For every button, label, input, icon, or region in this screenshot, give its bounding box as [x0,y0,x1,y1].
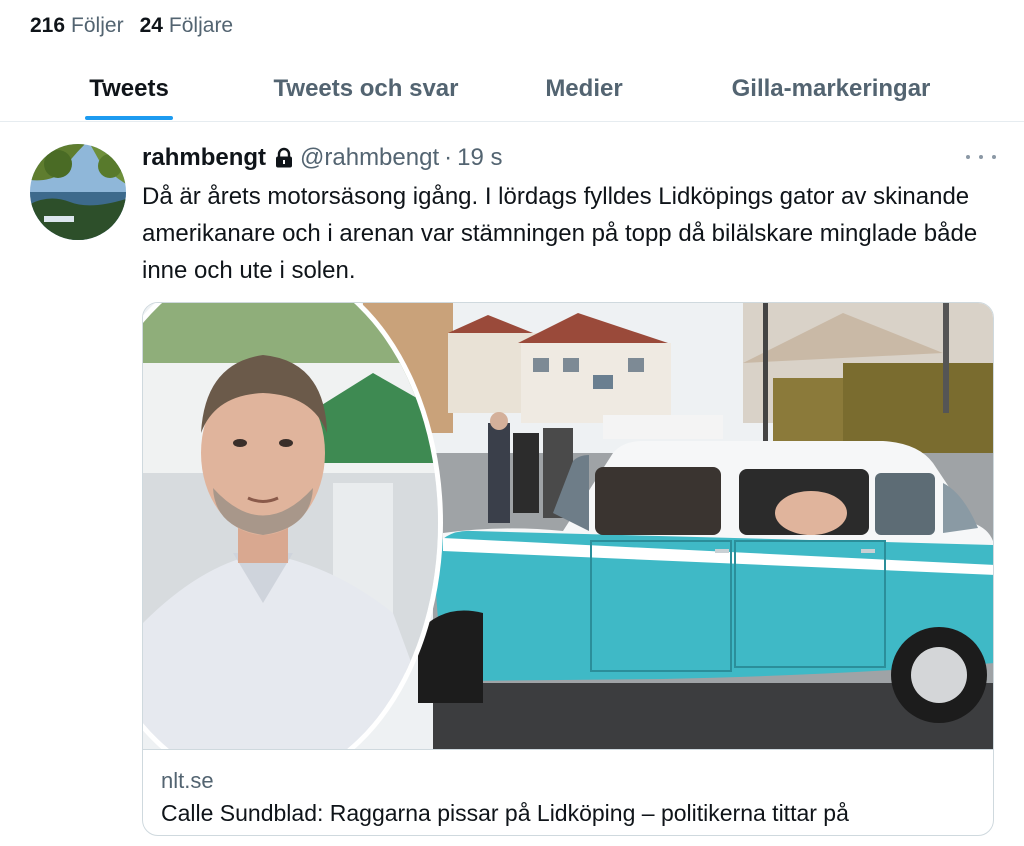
followers-label: Följare [168,14,234,37]
avatar-image [30,144,126,240]
tab-likes[interactable]: Gilla-markeringar [718,56,944,122]
more-icon[interactable] [966,146,996,168]
card-title: Calle Sundblad: Raggarna pissar på Lidkö… [161,800,849,826]
follow-stats: 216 Följer 24 Följare [30,14,233,38]
tab-media[interactable]: Medier [538,56,630,122]
following-label: Följer [71,14,124,37]
card-image [143,303,993,749]
display-name[interactable]: rahmbengt [142,144,266,172]
following-count: 216 [30,14,66,37]
tab-likes-label: Gilla-markeringar [731,75,931,102]
tweet-timestamp[interactable]: 19 s [457,144,502,172]
tab-tweets-and-replies[interactable]: Tweets och svar [264,56,468,122]
user-handle[interactable]: @rahmbengt [300,144,439,172]
followers-count: 24 [139,14,163,37]
link-card[interactable]: nlt.se Calle Sundblad: Raggarna pissar p… [142,302,994,836]
tab-media-label: Medier [545,75,623,102]
lock-icon [274,147,294,169]
card-domain: nlt.se [161,768,214,793]
avatar[interactable] [30,144,126,240]
following-link[interactable]: 216 Följer [30,14,124,38]
meta-separator: · [444,144,453,171]
card-meta: nlt.se Calle Sundblad: Raggarna pissar p… [143,749,993,835]
tweet-text: Då är årets motorsäsong igång. I lördags… [142,183,978,284]
tab-tweets-and-replies-label: Tweets och svar [273,75,459,102]
tab-tweets[interactable]: Tweets [85,56,173,122]
profile-tabs: Tweets Tweets och svar Medier Gilla-mark… [0,56,1024,122]
tab-tweets-label: Tweets [89,75,169,102]
followers-link[interactable]: 24 Följare [140,14,234,38]
active-tab-indicator [85,116,173,120]
tweet-header: rahmbengt @rahmbengt · 19 s [142,142,503,174]
